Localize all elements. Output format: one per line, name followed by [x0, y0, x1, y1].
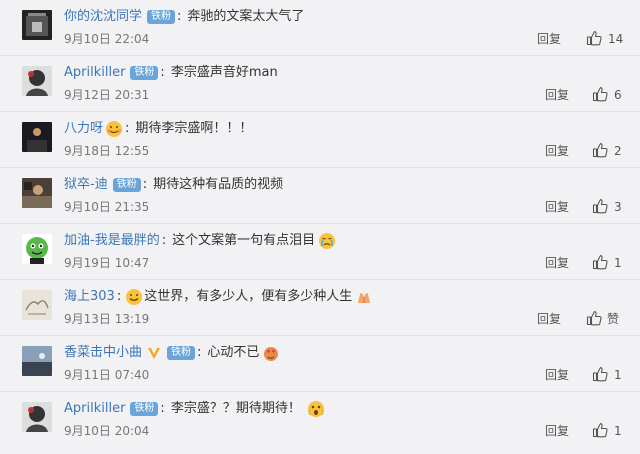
- like-count: 14: [608, 32, 624, 46]
- timestamp: 9月18日 12:55: [64, 144, 150, 158]
- thumbs-up-icon[interactable]: [586, 310, 602, 326]
- thumbs-up-icon[interactable]: [592, 366, 608, 382]
- fan-badge[interactable]: 铁粉: [112, 178, 141, 192]
- avatar[interactable]: [22, 234, 52, 264]
- username[interactable]: 八力呀: [64, 119, 103, 139]
- fan-badge[interactable]: 铁粉: [167, 346, 196, 360]
- thumbs-up-icon[interactable]: [592, 254, 608, 270]
- like-count: 1: [614, 368, 622, 382]
- avatar[interactable]: [22, 122, 52, 152]
- shocked-emoji-icon: [307, 401, 324, 417]
- like-count: 2: [614, 144, 622, 158]
- comment-text: 这世界，有多少人，便有多少种人生: [144, 289, 353, 304]
- reply-button[interactable]: 回复: [537, 31, 561, 47]
- comment-item: 狱卒-迪 铁粉 : 期待这种有品质的视频 9月10日 21:35 回复 3: [0, 168, 640, 224]
- timestamp: 9月10日 20:04: [64, 424, 150, 438]
- hands-emoji-icon: [358, 293, 371, 303]
- heart-eyes-emoji-icon: [264, 347, 279, 361]
- thumbs-up-icon[interactable]: [586, 30, 602, 46]
- username[interactable]: Aprilkiller: [64, 399, 125, 419]
- comment-item: Aprilkiller 铁粉 : 李宗盛声音好man 9月12日 20:31 回…: [0, 56, 640, 112]
- fan-badge[interactable]: 铁粉: [147, 10, 176, 24]
- timestamp: 9月12日 20:31: [64, 88, 150, 102]
- verified-v-icon: [148, 348, 161, 359]
- thumbs-up-icon[interactable]: [592, 142, 608, 158]
- thumbs-up-icon[interactable]: [592, 86, 608, 102]
- thumbs-up-icon[interactable]: [592, 422, 608, 438]
- comment-text: 心动不已: [207, 345, 260, 360]
- like-count: 1: [614, 256, 622, 270]
- avatar[interactable]: [22, 346, 52, 376]
- reply-button[interactable]: 回复: [537, 311, 561, 327]
- comment-item: Aprilkiller 铁粉 : 李宗盛？？期待期待！ 9月10日 20:04 …: [0, 392, 640, 454]
- username[interactable]: 你的沈沈同学: [64, 7, 142, 27]
- timestamp: 9月13日 13:19: [64, 312, 150, 326]
- avatar[interactable]: [22, 178, 52, 208]
- comment-item: 你的沈沈同学 铁粉 : 奔驰的文案太大气了 9月10日 22:04 回复 14: [0, 0, 640, 56]
- fan-badge[interactable]: 铁粉: [130, 66, 159, 80]
- comment-text: 李宗盛声音好man: [170, 65, 278, 80]
- comment-text: 奔驰的文案太大气了: [187, 9, 305, 24]
- fan-badge[interactable]: 铁粉: [130, 402, 159, 416]
- like-count: 6: [614, 88, 622, 102]
- comment-item: 香菜击中小曲 铁粉 : 心动不已 9月11日 07:40 回复 1: [0, 336, 640, 392]
- avatar[interactable]: [22, 290, 52, 320]
- timestamp: 9月10日 21:35: [64, 200, 150, 214]
- avatar[interactable]: [22, 402, 52, 432]
- like-count: 1: [614, 424, 622, 438]
- like-label[interactable]: 赞: [607, 311, 619, 327]
- comment-item: 海上303 : 这世界，有多少人，便有多少种人生 9月13日 13:19 回复 …: [0, 280, 640, 336]
- emoji-icon: [106, 121, 123, 137]
- username[interactable]: Aprilkiller: [64, 63, 125, 83]
- reply-button[interactable]: 回复: [545, 423, 569, 439]
- comment-item: 八力呀 : 期待李宗盛啊！！！ 9月18日 12:55 回复 2: [0, 112, 640, 168]
- smile-emoji-icon: [126, 289, 143, 305]
- avatar[interactable]: [22, 66, 52, 96]
- reply-button[interactable]: 回复: [545, 199, 569, 215]
- thumbs-up-icon[interactable]: [592, 198, 608, 214]
- username[interactable]: 香菜击中小曲: [64, 343, 142, 363]
- comment-list: 你的沈沈同学 铁粉 : 奔驰的文案太大气了 9月10日 22:04 回复 14 …: [0, 0, 640, 454]
- timestamp: 9月11日 07:40: [64, 368, 150, 382]
- timestamp: 9月10日 22:04: [64, 32, 150, 46]
- comment-item: 加油-我是最胖的 : 这个文案第一句有点泪目 9月19日 10:47 回复 1: [0, 224, 640, 280]
- username[interactable]: 海上303: [64, 287, 115, 307]
- reply-button[interactable]: 回复: [545, 87, 569, 103]
- comment-text: 期待李宗盛啊！！！: [135, 121, 253, 136]
- like-count: 3: [614, 200, 622, 214]
- avatar[interactable]: [22, 10, 52, 40]
- username[interactable]: 狱卒-迪: [64, 175, 108, 195]
- reply-button[interactable]: 回复: [545, 255, 569, 271]
- reply-button[interactable]: 回复: [545, 143, 569, 159]
- crying-emoji-icon: [319, 233, 336, 249]
- comment-text: 李宗盛？？期待期待！: [170, 401, 301, 416]
- username[interactable]: 加油-我是最胖的: [64, 231, 160, 251]
- timestamp: 9月19日 10:47: [64, 256, 150, 270]
- comment-text: 这个文案第一句有点泪目: [172, 233, 316, 248]
- reply-button[interactable]: 回复: [545, 367, 569, 383]
- comment-text: 期待这种有品质的视频: [153, 177, 284, 192]
